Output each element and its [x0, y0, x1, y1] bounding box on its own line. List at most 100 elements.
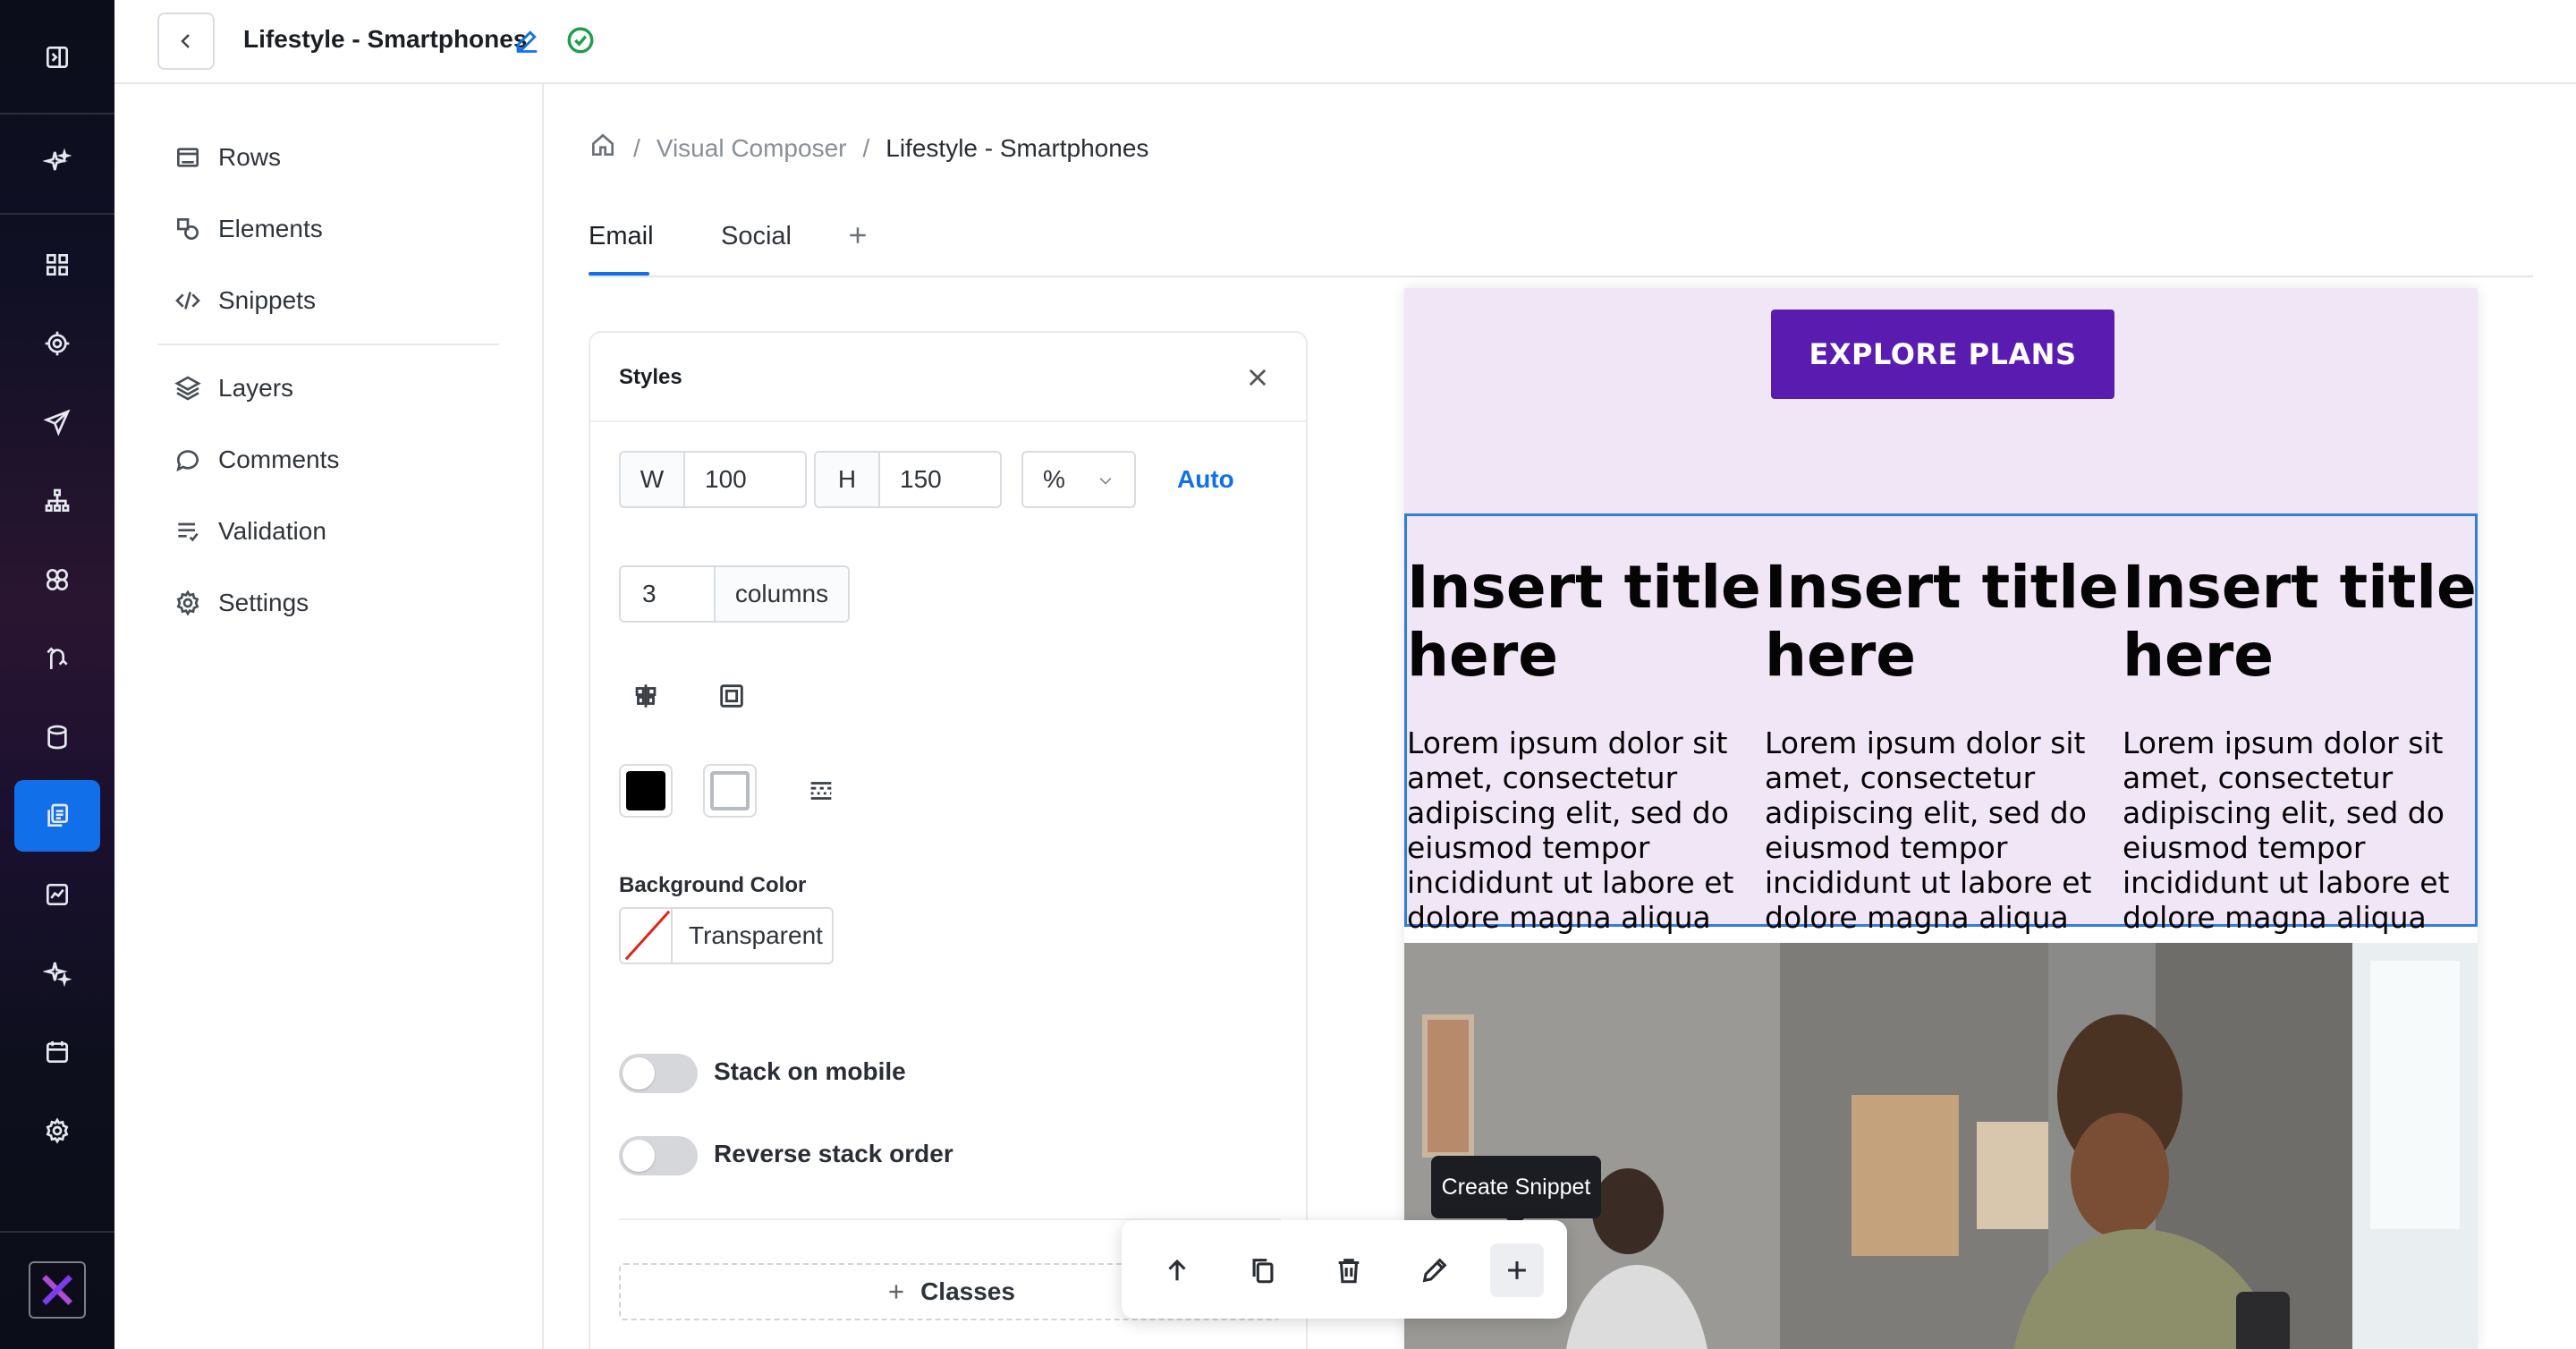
back-button[interactable]: [157, 13, 215, 70]
columns-input[interactable]: 3: [621, 567, 716, 621]
brand-logo[interactable]: [29, 1261, 86, 1319]
column-title[interactable]: Insert title here: [1765, 554, 2123, 690]
cta-section[interactable]: EXPLORE PLANS: [1404, 288, 2478, 513]
styles-panel: Styles W 100 H 150 % Auto 3 columns Back…: [589, 331, 1308, 1349]
breadcrumb-separator: /: [633, 133, 640, 162]
sidebar-divider: [157, 344, 499, 345]
collapse-panel-icon[interactable]: [14, 21, 100, 93]
padding-icon[interactable]: [708, 673, 755, 719]
tab-social[interactable]: Social: [721, 222, 792, 251]
gear-icon: [176, 590, 199, 616]
height-input[interactable]: 150: [880, 453, 1000, 506]
app-rail: [0, 0, 114, 1349]
sidebar-item-label: Validation: [218, 517, 326, 545]
dashboard-icon[interactable]: [14, 229, 100, 301]
ai-assist-icon[interactable]: [14, 938, 100, 1009]
database-icon[interactable]: [14, 701, 100, 773]
top-header: Lifestyle - Smartphones: [114, 0, 2576, 84]
chevron-down-icon: [1099, 478, 1112, 485]
email-column[interactable]: Insert title here Lorem ipsum dolor sit …: [1407, 554, 1765, 936]
columns-field[interactable]: 3 columns: [619, 565, 850, 623]
hierarchy-icon[interactable]: [14, 465, 100, 537]
elements-icon: [177, 218, 199, 240]
styles-panel-title: Styles: [619, 365, 682, 389]
arrow-up-icon: [1168, 1259, 1186, 1281]
sidebar-item-snippets[interactable]: Snippets: [174, 281, 316, 320]
unit-value: %: [1043, 465, 1065, 493]
duplicate-button[interactable]: [1236, 1243, 1290, 1297]
create-snippet-button[interactable]: [1490, 1243, 1544, 1297]
height-field[interactable]: H 150: [814, 451, 1002, 508]
rows-icon: [177, 148, 199, 167]
email-column[interactable]: Insert title here Lorem ipsum dolor sit …: [1765, 554, 2123, 936]
unit-select[interactable]: %: [1021, 451, 1136, 508]
background-color-label: Background Color: [619, 873, 807, 897]
selected-columns-row[interactable]: Insert title here Lorem ipsum dolor sit …: [1404, 513, 2478, 935]
edit-button[interactable]: [1408, 1243, 1462, 1297]
column-body[interactable]: Lorem ipsum dolor sit amet, consectetur …: [1407, 725, 1765, 935]
text-color-swatch[interactable]: [619, 764, 673, 818]
background-color-value: Transparent: [689, 921, 823, 949]
sidebar-item-validation[interactable]: Validation: [174, 512, 326, 551]
send-icon[interactable]: [14, 386, 100, 458]
auto-size-button[interactable]: Auto: [1177, 465, 1234, 494]
tab-label: Email: [589, 222, 654, 250]
code-icon: [175, 292, 200, 310]
explore-plans-button[interactable]: EXPLORE PLANS: [1771, 310, 2114, 399]
comment-icon: [176, 450, 199, 472]
width-input[interactable]: 100: [685, 453, 805, 506]
sidebar-item-rows[interactable]: Rows: [174, 138, 281, 177]
column-title[interactable]: Insert title here: [1407, 554, 1765, 690]
trash-icon: [1338, 1259, 1360, 1284]
content-library-icon[interactable]: [14, 780, 100, 852]
reports-icon[interactable]: [14, 859, 100, 930]
checklist-icon: [178, 522, 199, 542]
tab-email[interactable]: Email: [589, 222, 654, 251]
column-title[interactable]: Insert title here: [2123, 554, 2478, 690]
border-color-swatch[interactable]: [703, 764, 757, 818]
width-label: W: [621, 453, 685, 506]
sidebar-item-layers[interactable]: Layers: [174, 369, 293, 408]
add-tab-icon[interactable]: [844, 222, 871, 249]
breadcrumb-section-link[interactable]: Visual Composer: [657, 134, 847, 163]
styles-panel-header: Styles: [590, 333, 1306, 422]
breadcrumb-separator: /: [862, 133, 870, 162]
border-style-icon[interactable]: [798, 768, 844, 814]
element-toolbar: [1122, 1220, 1567, 1319]
sidebar-item-label: Rows: [218, 143, 282, 171]
edit-title-icon[interactable]: [513, 27, 540, 54]
saved-check-icon: [565, 25, 596, 55]
journey-icon[interactable]: [14, 623, 100, 694]
background-color-picker[interactable]: Transparent: [619, 907, 834, 964]
sidebar-item-label: Settings: [218, 589, 309, 616]
builder-sidebar: Rows Elements Snippets Layers Comments V…: [114, 84, 544, 1349]
calendar-icon[interactable]: [14, 1016, 100, 1088]
ai-sparkle-icon[interactable]: [14, 127, 100, 199]
home-icon[interactable]: [589, 131, 617, 165]
align-center-icon[interactable]: [623, 673, 669, 719]
sidebar-item-label: Elements: [218, 215, 323, 242]
settings-icon[interactable]: [14, 1095, 100, 1167]
sidebar-item-label: Comments: [218, 445, 340, 473]
sidebar-item-settings[interactable]: Settings: [174, 583, 309, 623]
column-body[interactable]: Lorem ipsum dolor sit amet, consectetur …: [2123, 725, 2478, 935]
delete-button[interactable]: [1322, 1243, 1376, 1297]
move-up-button[interactable]: [1150, 1243, 1204, 1297]
plus-icon: [889, 1285, 903, 1299]
sidebar-item-label: Snippets: [218, 286, 316, 314]
sidebar-item-label: Layers: [218, 374, 294, 402]
tab-label: Social: [721, 222, 792, 250]
pencil-icon: [1422, 1258, 1447, 1283]
segments-icon[interactable]: [14, 544, 100, 615]
reverse-stack-toggle[interactable]: [619, 1136, 698, 1175]
column-body[interactable]: Lorem ipsum dolor sit amet, consectetur …: [1765, 725, 2123, 935]
stack-on-mobile-label: Stack on mobile: [714, 1057, 906, 1085]
sidebar-item-elements[interactable]: Elements: [174, 209, 323, 249]
width-field[interactable]: W 100: [619, 451, 807, 508]
stack-on-mobile-toggle[interactable]: [619, 1054, 698, 1093]
email-column[interactable]: Insert title here Lorem ipsum dolor sit …: [2123, 554, 2478, 936]
close-icon[interactable]: [1245, 365, 1270, 390]
sidebar-item-comments[interactable]: Comments: [174, 440, 339, 479]
reverse-stack-label: Reverse stack order: [714, 1140, 953, 1167]
target-icon[interactable]: [14, 308, 100, 379]
